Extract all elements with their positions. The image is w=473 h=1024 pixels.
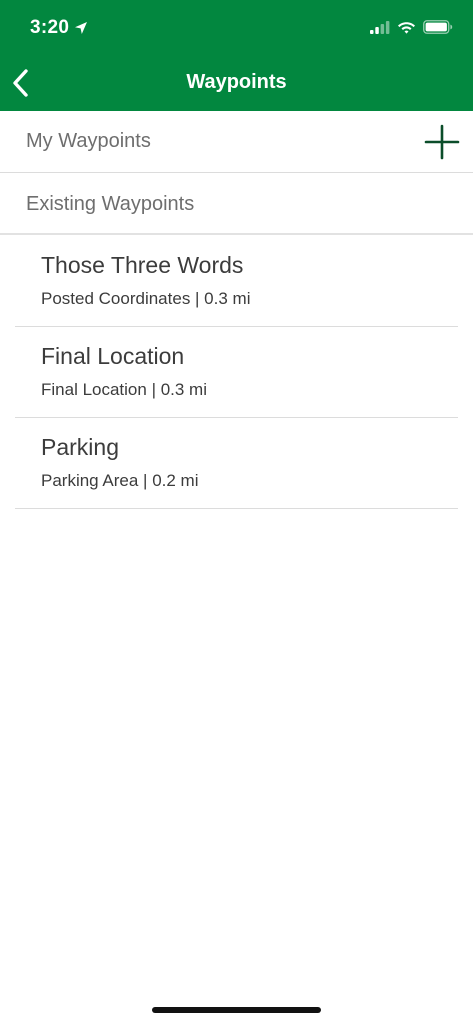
waypoints-screen: 3:20 Waypoints My Waypoints Existing Way… xyxy=(0,0,473,1024)
plus-icon[interactable] xyxy=(423,123,461,161)
app-header: 3:20 Waypoints xyxy=(0,0,473,111)
waypoint-title: Final Location xyxy=(41,343,185,369)
list-item[interactable]: Final Location Final Location | 0.3 mi xyxy=(15,327,458,418)
waypoint-subtitle: Final Location | 0.3 mi xyxy=(41,380,207,399)
existing-waypoints-row: Existing Waypoints xyxy=(0,173,473,235)
waypoint-subtitle: Posted Coordinates | 0.3 mi xyxy=(41,289,251,308)
waypoint-subtitle: Parking Area | 0.2 mi xyxy=(41,471,199,490)
battery-icon xyxy=(423,20,453,34)
list-item[interactable]: Parking Parking Area | 0.2 mi xyxy=(15,418,458,509)
page-title: Waypoints xyxy=(186,71,287,93)
cellular-signal-icon xyxy=(370,21,390,34)
waypoint-title: Those Three Words xyxy=(41,252,244,278)
existing-waypoints-label: Existing Waypoints xyxy=(26,193,195,215)
my-waypoints-label: My Waypoints xyxy=(26,130,151,152)
home-indicator[interactable] xyxy=(152,1007,321,1013)
waypoint-title: Parking xyxy=(41,434,119,460)
location-arrow-icon xyxy=(75,22,87,34)
list-item[interactable]: Those Three Words Posted Coordinates | 0… xyxy=(15,236,458,327)
wifi-icon xyxy=(398,22,415,34)
my-waypoints-row: My Waypoints xyxy=(0,111,473,173)
status-indicators xyxy=(370,20,453,34)
waypoint-list: Those Three Words Posted Coordinates | 0… xyxy=(15,236,458,509)
status-time: 3:20 xyxy=(30,17,70,38)
